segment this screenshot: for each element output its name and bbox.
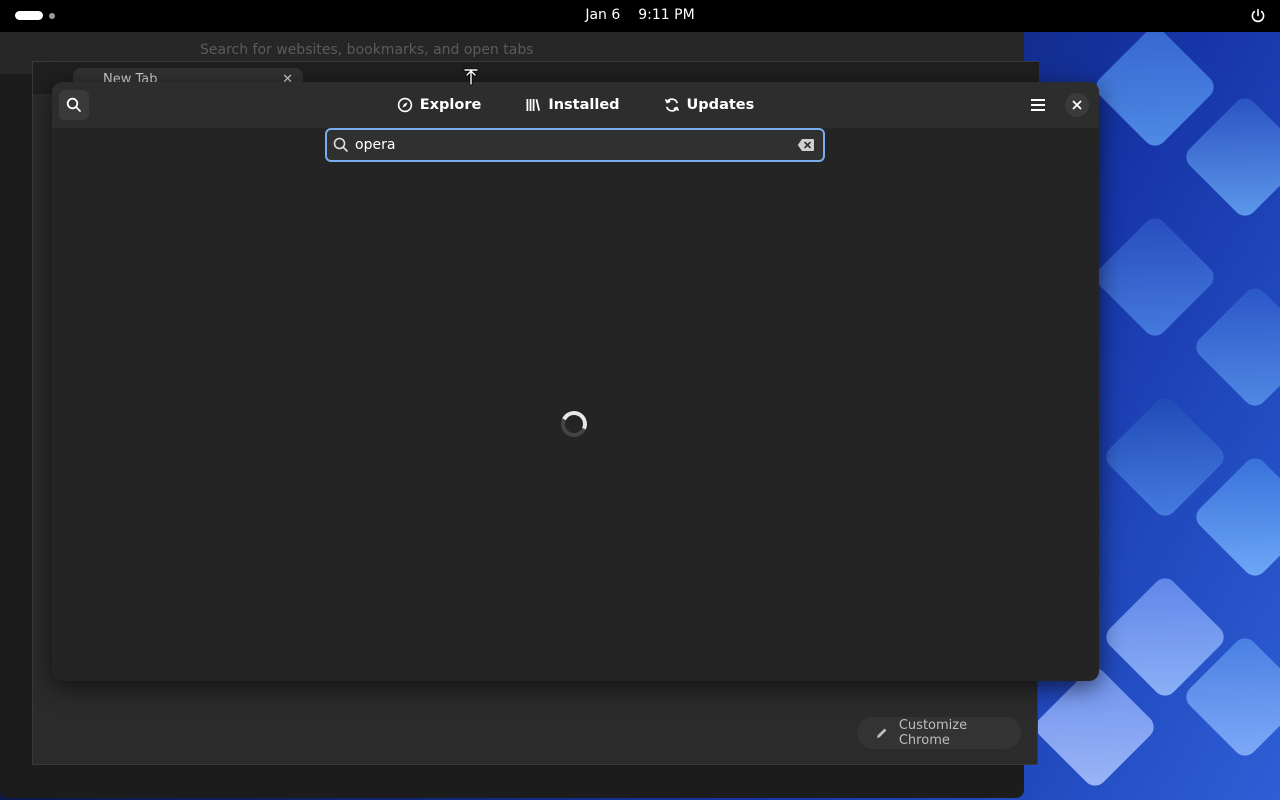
clock-time[interactable]: 9:11 PM — [638, 7, 694, 23]
customize-chrome-button[interactable]: Customize Chrome — [857, 717, 1021, 749]
backspace-icon — [797, 139, 814, 151]
tab-installed-label: Installed — [548, 97, 620, 113]
compass-icon — [397, 97, 412, 113]
clock[interactable]: Jan 6 9:11 PM — [0, 7, 1280, 23]
refresh-icon — [664, 98, 679, 112]
tab-updates[interactable]: Updates — [664, 97, 755, 113]
close-window-button[interactable] — [1065, 93, 1089, 117]
tab-updates-label: Updates — [686, 97, 755, 113]
hamburger-menu-icon[interactable] — [1029, 96, 1047, 114]
workspace-indicator — [49, 12, 55, 19]
top-bar: Jan 6 9:11 PM — [0, 0, 1280, 32]
workspace-indicator-active — [15, 11, 43, 20]
search-input[interactable] — [349, 130, 793, 160]
power-icon[interactable] — [1250, 8, 1266, 24]
move-cursor-icon — [463, 68, 479, 86]
header-bar: Explore Installed Updates — [52, 82, 1099, 128]
tab-explore[interactable]: Explore — [397, 97, 482, 113]
tab-explore-label: Explore — [419, 97, 482, 113]
chrome-omnibox[interactable]: Search for websites, bookmarks, and open… — [200, 42, 534, 58]
pencil-icon — [876, 728, 887, 738]
clock-date[interactable]: Jan 6 — [585, 7, 620, 23]
search-bar — [325, 128, 825, 162]
activities-button[interactable] — [15, 11, 55, 20]
clear-search-button[interactable] — [793, 132, 819, 158]
tab-installed[interactable]: Installed — [525, 97, 620, 113]
library-icon — [526, 99, 541, 111]
software-window: Explore Installed Updates — [52, 82, 1099, 681]
close-icon — [1072, 100, 1082, 110]
view-switcher: Explore Installed Updates — [52, 82, 1099, 128]
loading-spinner — [557, 407, 591, 441]
customize-chrome-label: Customize Chrome — [898, 718, 968, 748]
search-icon — [333, 137, 348, 152]
